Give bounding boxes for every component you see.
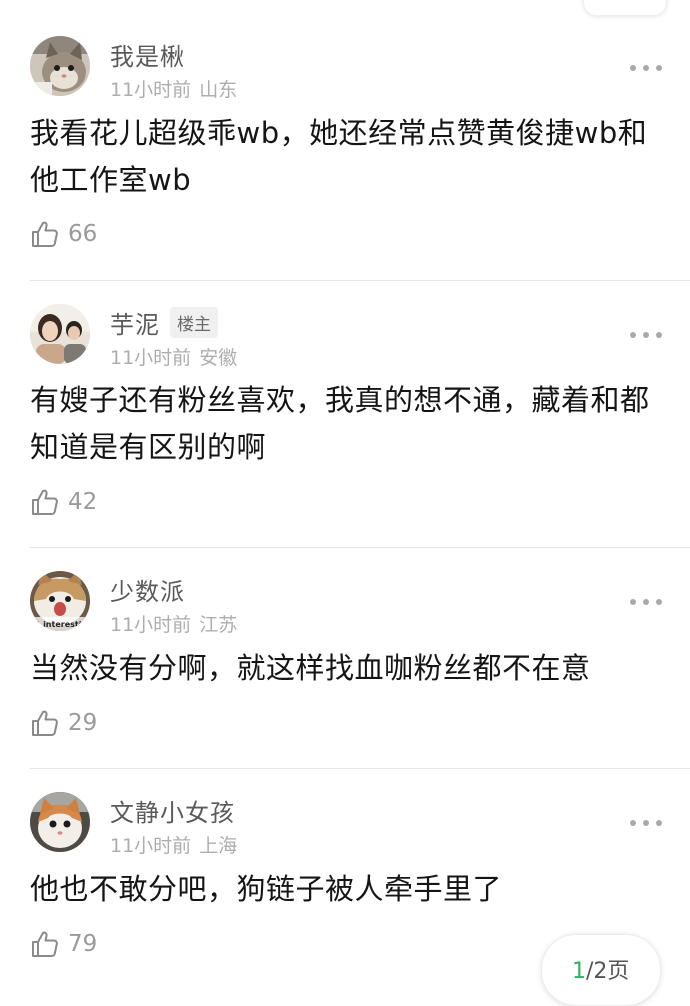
comment-location: 上海	[199, 835, 238, 857]
dot-icon	[656, 599, 662, 605]
more-options-button[interactable]	[630, 598, 662, 606]
dot-icon	[630, 65, 636, 71]
like-button[interactable]: 79	[30, 928, 97, 960]
dot-icon	[643, 599, 649, 605]
comment-meta: 11小时前 江苏	[110, 610, 237, 637]
avatar[interactable]	[30, 304, 90, 364]
more-options-button[interactable]	[630, 819, 662, 827]
author-name[interactable]: 芋泥	[110, 305, 160, 340]
top-floating-button[interactable]	[583, 0, 667, 16]
like-button[interactable]: 29	[30, 707, 97, 739]
comment-time: 11小时前	[110, 347, 192, 369]
cat-avatar-icon: T. interesti	[30, 571, 90, 631]
like-button[interactable]: 42	[30, 486, 97, 518]
thumbs-up-icon	[32, 931, 58, 957]
dot-icon	[656, 65, 662, 71]
comment-location: 山东	[199, 79, 238, 101]
like-count: 66	[68, 221, 98, 247]
more-options-button[interactable]	[630, 64, 662, 72]
dot-icon	[643, 65, 649, 71]
comment-time: 11小时前	[110, 835, 192, 857]
current-page: 1	[572, 959, 586, 984]
avatar[interactable]	[30, 792, 90, 852]
dot-icon	[630, 599, 636, 605]
cat-avatar-icon	[30, 792, 90, 852]
thumbs-up-icon	[32, 489, 58, 515]
page-indicator-label: 1/2页	[572, 953, 629, 985]
avatar-caption: T. interesti	[33, 620, 82, 629]
comment-meta: 11小时前 山东	[110, 75, 237, 102]
dot-icon	[643, 332, 649, 338]
dot-icon	[656, 820, 662, 826]
author-name[interactable]: 文静小女孩	[110, 793, 235, 828]
more-options-button[interactable]	[630, 331, 662, 339]
avatar[interactable]: T. interesti	[30, 571, 90, 631]
photo-avatar-icon	[30, 304, 90, 364]
comment-text: 我看花儿超级乖wb，她还经常点赞黄俊捷wb和他工作室wb	[30, 116, 648, 197]
thumbs-up-icon	[32, 221, 58, 247]
dot-icon	[656, 332, 662, 338]
comment-time: 11小时前	[110, 79, 192, 101]
author-row: 芋泥 楼主	[110, 305, 218, 340]
like-count: 79	[68, 931, 98, 957]
divider	[30, 280, 690, 281]
dot-icon	[630, 820, 636, 826]
page-indicator[interactable]: 1/2页	[541, 934, 661, 1006]
comment-text: 有嫂子还有粉丝喜欢，我真的想不通，藏着和都知道是有区别的啊	[30, 383, 650, 464]
comment-text: 他也不敢分吧，狗链子被人牵手里了	[30, 872, 503, 906]
author-name[interactable]: 我是楸	[110, 37, 185, 72]
thumbs-up-icon	[32, 710, 58, 736]
total-pages: /2页	[586, 959, 630, 984]
divider	[30, 768, 690, 769]
author-name[interactable]: 少数派	[110, 572, 185, 607]
like-count: 29	[68, 710, 98, 736]
dot-icon	[643, 820, 649, 826]
like-count: 42	[68, 489, 98, 515]
author-row: 文静小女孩	[110, 793, 235, 828]
dot-icon	[630, 332, 636, 338]
comment-meta: 11小时前 安徽	[110, 343, 237, 370]
op-badge: 楼主	[170, 306, 218, 338]
comment-text: 当然没有分啊，就这样找血咖粉丝都不在意	[30, 651, 591, 685]
comment-location: 安徽	[199, 347, 238, 369]
cat-avatar-icon	[30, 36, 90, 96]
author-row: 少数派	[110, 572, 185, 607]
comment-time: 11小时前	[110, 614, 192, 636]
author-row: 我是楸	[110, 37, 185, 72]
comment-location: 江苏	[199, 614, 238, 636]
avatar[interactable]	[30, 36, 90, 96]
divider	[30, 547, 690, 548]
like-button[interactable]: 66	[30, 218, 97, 250]
comment-meta: 11小时前 上海	[110, 831, 237, 858]
